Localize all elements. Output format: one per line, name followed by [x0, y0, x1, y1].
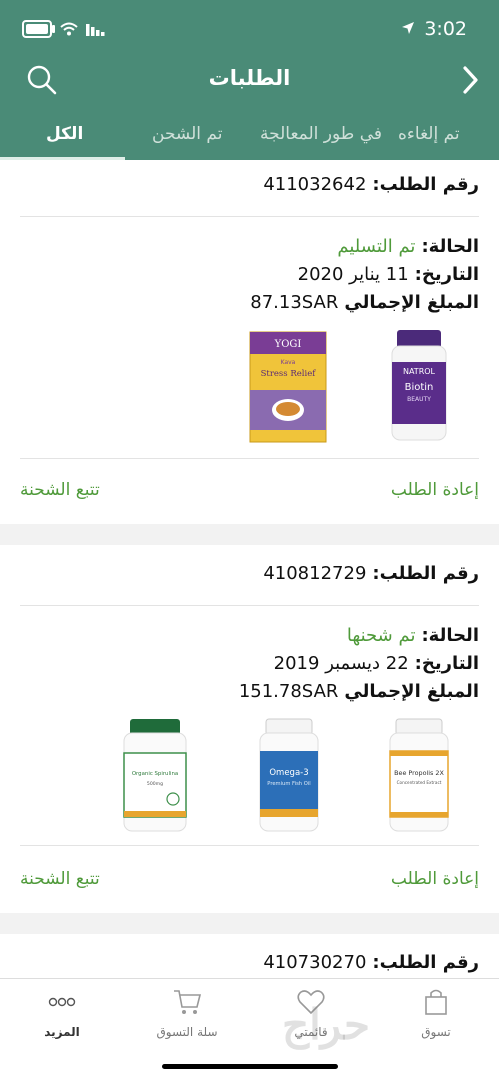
- divider: [20, 216, 479, 217]
- order-number: 410730270: [263, 952, 367, 973]
- order-number-label: رقم الطلب:: [372, 563, 479, 584]
- track-shipment-button[interactable]: تتبع الشحنة: [20, 869, 100, 889]
- tab-all[interactable]: الكل: [46, 124, 83, 144]
- divider: [20, 458, 479, 459]
- product-sub: 500mg: [147, 781, 163, 787]
- watermark: حراج: [282, 1000, 370, 1049]
- date-row: التاريخ:11 يناير 2020: [298, 264, 479, 285]
- product-image-spirulina[interactable]: Organic Spirulina 500mg: [120, 717, 190, 835]
- tab-shipped[interactable]: تم الشحن: [152, 124, 222, 144]
- tab-label: سلة التسوق: [156, 1025, 218, 1039]
- product-title: Omega-3: [269, 768, 308, 778]
- divider: [20, 845, 479, 846]
- tab-cancelled[interactable]: تم إلغاءه: [398, 124, 460, 144]
- order-status: تم شحنها: [346, 625, 416, 646]
- wifi-icon: [60, 22, 78, 36]
- order-date: 11 يناير 2020: [297, 264, 409, 285]
- signal-icon: [86, 24, 105, 36]
- reorder-button[interactable]: إعادة الطلب: [391, 480, 479, 500]
- status-bar: 3:02: [0, 18, 499, 44]
- status-indicators: [22, 20, 106, 38]
- divider: [20, 605, 479, 606]
- page-title: الطلبات: [208, 66, 291, 90]
- order-number-label: رقم الطلب:: [372, 952, 479, 973]
- status-row: الحالة:تم التسليم: [337, 236, 479, 257]
- product-title: Stress Relief: [261, 369, 317, 379]
- total-label: المبلغ الإجمالي: [344, 292, 479, 313]
- product-sub: Premium Fish Oil: [267, 781, 310, 787]
- product-sub: BEAUTY: [407, 396, 431, 403]
- order-card: رقم الطلب:411032642 الحالة:تم التسليم ال…: [0, 160, 499, 524]
- reorder-button[interactable]: إعادة الطلب: [391, 869, 479, 889]
- product-brand: NATROL: [403, 367, 436, 376]
- product-image-biotin[interactable]: NATROL Biotin BEAUTY: [384, 328, 454, 444]
- order-number-row: رقم الطلب:410730270: [263, 952, 479, 973]
- total-row: المبلغ الإجمالي87.13SAR: [250, 292, 479, 313]
- total-label: المبلغ الإجمالي: [344, 681, 479, 702]
- location-arrow-icon: [402, 22, 414, 34]
- product-sub: Kava: [281, 359, 296, 366]
- product-image-omega3[interactable]: Omega-3 Premium Fish Oil: [254, 717, 324, 835]
- date-row: التاريخ:22 ديسمبر 2019: [274, 653, 479, 674]
- order-status: تم التسليم: [337, 236, 416, 257]
- order-number: 410812729: [263, 563, 367, 584]
- tab-label: المزيد: [44, 1025, 80, 1039]
- date-label: التاريخ:: [414, 653, 479, 674]
- order-number: 411032642: [263, 174, 367, 195]
- product-title: Organic Spirulina: [132, 771, 178, 777]
- more-icon: [48, 997, 76, 1007]
- nav-bar: الطلبات: [0, 58, 499, 102]
- order-card: رقم الطلب:410730270: [0, 934, 499, 978]
- product-sub: Concentrated Extract: [397, 780, 442, 785]
- tab-shop[interactable]: تسوق: [386, 987, 486, 1039]
- order-filter-tabs: الكل تم الشحن في طور المعالجة تم إلغاءه: [0, 112, 499, 160]
- back-chevron-icon[interactable]: [461, 64, 481, 96]
- status-row: الحالة:تم شحنها: [347, 625, 479, 646]
- tab-processing[interactable]: في طور المعالجة: [260, 124, 382, 144]
- order-number-label: رقم الطلب:: [372, 174, 479, 195]
- tab-label: تسوق: [421, 1025, 451, 1039]
- status-time: 3:02: [424, 18, 467, 40]
- order-total: 87.13SAR: [250, 292, 339, 313]
- status-label: الحالة:: [421, 236, 479, 257]
- total-row: المبلغ الإجمالي151.78SAR: [239, 681, 479, 702]
- product-image-yogi-tea[interactable]: YOGI Kava Stress Relief: [248, 330, 328, 444]
- track-shipment-button[interactable]: تتبع الشحنة: [20, 480, 100, 500]
- shop-bag-icon: [425, 989, 447, 1015]
- status-label: الحالة:: [421, 625, 479, 646]
- cart-icon: [174, 990, 202, 1014]
- tab-more[interactable]: المزيد: [12, 987, 112, 1039]
- product-title: Bee Propolis 2X: [394, 769, 444, 777]
- tab-cart[interactable]: سلة التسوق: [137, 987, 237, 1039]
- date-label: التاريخ:: [414, 264, 479, 285]
- order-total: 151.78SAR: [238, 681, 339, 702]
- product-image-bee-propolis[interactable]: Bee Propolis 2X Concentrated Extract: [384, 717, 454, 835]
- product-brand: YOGI: [274, 339, 302, 350]
- order-number-row: رقم الطلب:410812729: [263, 563, 479, 584]
- order-number-row: رقم الطلب:411032642: [263, 174, 479, 195]
- home-indicator: [162, 1064, 338, 1069]
- app-header: 3:02 الطلبات الكل تم الشحن في طور المعال…: [0, 0, 499, 160]
- order-card: رقم الطلب:410812729 الحالة:تم شحنها التا…: [0, 545, 499, 913]
- order-date: 22 ديسمبر 2019: [273, 653, 409, 674]
- battery-icon: [22, 20, 55, 38]
- product-title: Biotin: [405, 382, 434, 393]
